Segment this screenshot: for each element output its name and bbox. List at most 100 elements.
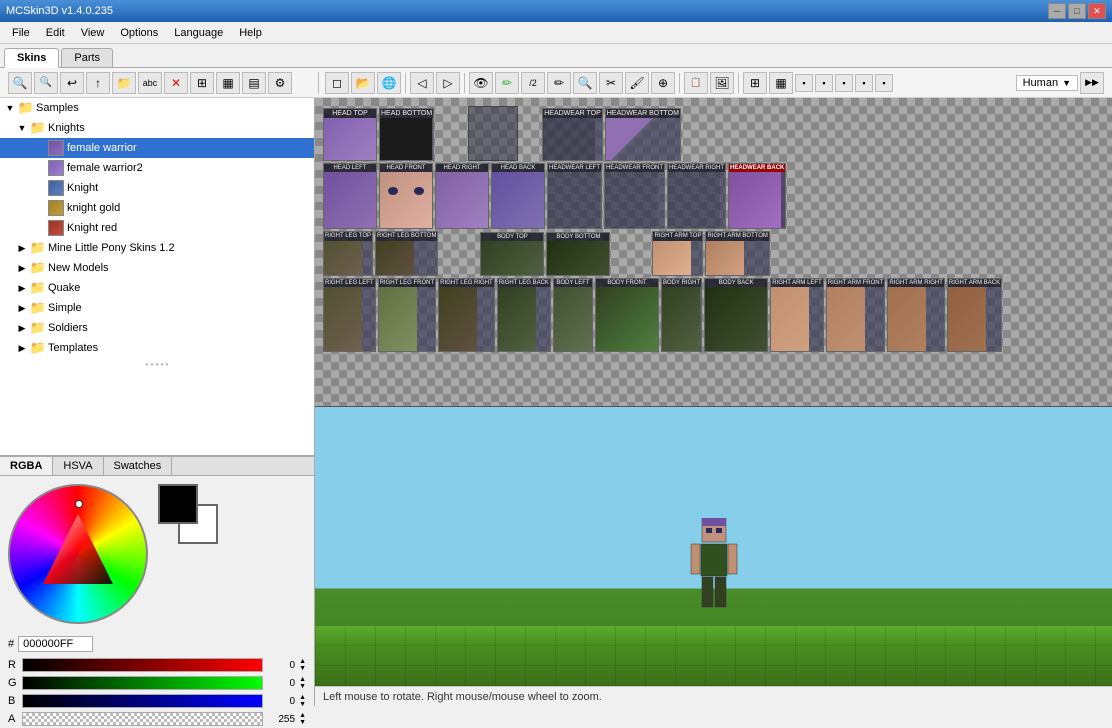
human-dropdown[interactable]: Human ▼ bbox=[1016, 75, 1078, 91]
colortab-hsva[interactable]: HSVA bbox=[53, 457, 103, 475]
eyedrop-button[interactable]: ✏ bbox=[547, 72, 571, 94]
tree-samples[interactable]: ▼ 📁 Samples bbox=[0, 98, 314, 118]
colortab-rgba[interactable]: RGBA bbox=[0, 457, 53, 475]
colorwheel[interactable] bbox=[8, 484, 148, 624]
rename-button[interactable]: abc bbox=[138, 72, 162, 94]
tex-head-front-label: HEAD FRONT bbox=[380, 164, 432, 172]
layers-button[interactable]: ▤ bbox=[242, 72, 266, 94]
mlp-folder-icon: 📁 bbox=[30, 240, 46, 256]
pencil-button[interactable]: ✏ bbox=[495, 72, 519, 94]
eraser-button[interactable]: ✂ bbox=[599, 72, 623, 94]
menu-file[interactable]: File bbox=[4, 25, 38, 41]
zoom-in-button[interactable]: 🔍 bbox=[8, 72, 32, 94]
redo-action-button[interactable]: ▷ bbox=[436, 72, 460, 94]
tex-rarm-bottom: RIGHT ARM BOTTOM bbox=[705, 231, 769, 276]
grid-button[interactable]: ⊞ bbox=[190, 72, 214, 94]
green-arrows[interactable]: ▲▼ bbox=[299, 676, 306, 690]
hex-label: # bbox=[8, 638, 14, 650]
tex-head-left-label: HEAD LEFT bbox=[324, 164, 376, 172]
open-file-button[interactable]: 📂 bbox=[351, 72, 375, 94]
tex-body-bottom: BODY BOTTOM bbox=[546, 232, 610, 276]
new-button[interactable]: ◻ bbox=[325, 72, 349, 94]
menu-options[interactable]: Options bbox=[112, 25, 166, 41]
view-3d[interactable] bbox=[315, 406, 1112, 686]
texture-button[interactable]: ▦ bbox=[216, 72, 240, 94]
alpha-label: A bbox=[8, 713, 18, 725]
tex-headwear-right-label: HEADWEAR RIGHT bbox=[668, 164, 725, 172]
view-toggle-2[interactable]: ▪ bbox=[815, 74, 833, 92]
texture-row-1: HEAD TOP HEAD BOTTOM bbox=[323, 106, 1104, 161]
kr-thumb bbox=[48, 220, 64, 236]
knight-thumb bbox=[48, 180, 64, 196]
eye-button[interactable]: 👁 bbox=[469, 72, 493, 94]
hex-input[interactable] bbox=[18, 636, 93, 652]
upload-button[interactable]: ↑ bbox=[86, 72, 110, 94]
tex-head-bottom-content bbox=[380, 118, 432, 160]
nm-folder-icon: 📁 bbox=[30, 260, 46, 276]
tree-quake[interactable]: ▶ 📁 Quake bbox=[0, 278, 314, 298]
fill-button[interactable]: 🖌 bbox=[625, 72, 649, 94]
copy-button[interactable]: 📋 bbox=[684, 72, 708, 94]
tree-simple[interactable]: ▶ 📁 Simple bbox=[0, 298, 314, 318]
grid2-button[interactable]: ⊞ bbox=[743, 72, 767, 94]
add-button[interactable]: ⊕ bbox=[651, 72, 675, 94]
tree-item-female-warrior2[interactable]: female warrior2 bbox=[0, 158, 314, 178]
grid3-button[interactable]: ▦ bbox=[769, 72, 793, 94]
view-toggle-5[interactable]: ▪ bbox=[875, 74, 893, 92]
maximize-button[interactable]: □ bbox=[1068, 3, 1086, 19]
green-value: 0 bbox=[267, 678, 295, 689]
tex-headwear-top: HEADWEAR TOP bbox=[542, 108, 603, 161]
tree-templates[interactable]: ▶ 📁 Templates bbox=[0, 338, 314, 358]
kr-label: Knight red bbox=[67, 222, 117, 234]
tab-parts[interactable]: Parts bbox=[61, 48, 113, 67]
settings-button[interactable]: ⚙ bbox=[268, 72, 292, 94]
red-arrows[interactable]: ▲▼ bbox=[299, 658, 306, 672]
pencil2-button[interactable]: /2 bbox=[521, 72, 545, 94]
undo-action-button[interactable]: ◁ bbox=[410, 72, 434, 94]
view-toggle-1[interactable]: ▪ bbox=[795, 74, 813, 92]
fw-thumb bbox=[48, 140, 64, 156]
knights-folder-icon: 📁 bbox=[30, 120, 46, 136]
simple-toggle-icon: ▶ bbox=[16, 303, 28, 314]
tree-knights[interactable]: ▼ 📁 Knights bbox=[0, 118, 314, 138]
image-button[interactable]: 🖼 bbox=[710, 72, 734, 94]
menu-edit[interactable]: Edit bbox=[38, 25, 73, 41]
resize-handle[interactable]: • • • • • bbox=[0, 358, 314, 371]
tex-head-top-label: HEAD TOP bbox=[324, 109, 376, 118]
web-button[interactable]: 🌐 bbox=[377, 72, 401, 94]
delete-button[interactable]: ✕ bbox=[164, 72, 188, 94]
colorwheel-triangle-svg bbox=[33, 509, 123, 599]
alpha-arrows[interactable]: ▲▼ bbox=[299, 712, 306, 726]
quake-folder-icon: 📁 bbox=[30, 280, 46, 296]
minimize-button[interactable]: ─ bbox=[1048, 3, 1066, 19]
tree-item-knight-red[interactable]: Knight red bbox=[0, 218, 314, 238]
zoom-out-button[interactable]: 🔍 bbox=[34, 72, 58, 94]
menu-view[interactable]: View bbox=[73, 25, 113, 41]
expand-button[interactable]: ▶▶ bbox=[1080, 72, 1104, 94]
colortab-swatches[interactable]: Swatches bbox=[104, 457, 173, 475]
fw2-label: female warrior2 bbox=[67, 162, 143, 174]
view-toggle-3[interactable]: ▪ bbox=[835, 74, 853, 92]
tree-item-knight-gold[interactable]: knight gold bbox=[0, 198, 314, 218]
tab-skins[interactable]: Skins bbox=[4, 48, 59, 68]
alpha-slider-row: A 255 ▲▼ bbox=[0, 710, 314, 728]
tree-mine-little-pony[interactable]: ▶ 📁 Mine Little Pony Skins 1.2 bbox=[0, 238, 314, 258]
undo-button[interactable]: ↩ bbox=[60, 72, 84, 94]
blue-label: B bbox=[8, 695, 18, 707]
tree-soldiers[interactable]: ▶ 📁 Soldiers bbox=[0, 318, 314, 338]
tex-rleg-right-content bbox=[439, 287, 477, 351]
knights-label: Knights bbox=[48, 122, 85, 134]
foreground-swatch[interactable] bbox=[158, 484, 198, 524]
folder-button[interactable]: 📁 bbox=[112, 72, 136, 94]
view-toggle-4[interactable]: ▪ bbox=[855, 74, 873, 92]
close-button[interactable]: ✕ bbox=[1088, 3, 1106, 19]
tree-new-models[interactable]: ▶ 📁 New Models bbox=[0, 258, 314, 278]
tree-item-knight[interactable]: Knight bbox=[0, 178, 314, 198]
tex-body-bottom-label: BODY BOTTOM bbox=[547, 233, 609, 241]
menu-help[interactable]: Help bbox=[231, 25, 270, 41]
texture-view[interactable]: HEAD TOP HEAD BOTTOM bbox=[315, 98, 1112, 406]
tex-deco-label bbox=[469, 107, 517, 109]
magnify-button[interactable]: 🔍 bbox=[573, 72, 597, 94]
menu-language[interactable]: Language bbox=[166, 25, 231, 41]
tree-item-female-warrior[interactable]: female warrior bbox=[0, 138, 314, 158]
